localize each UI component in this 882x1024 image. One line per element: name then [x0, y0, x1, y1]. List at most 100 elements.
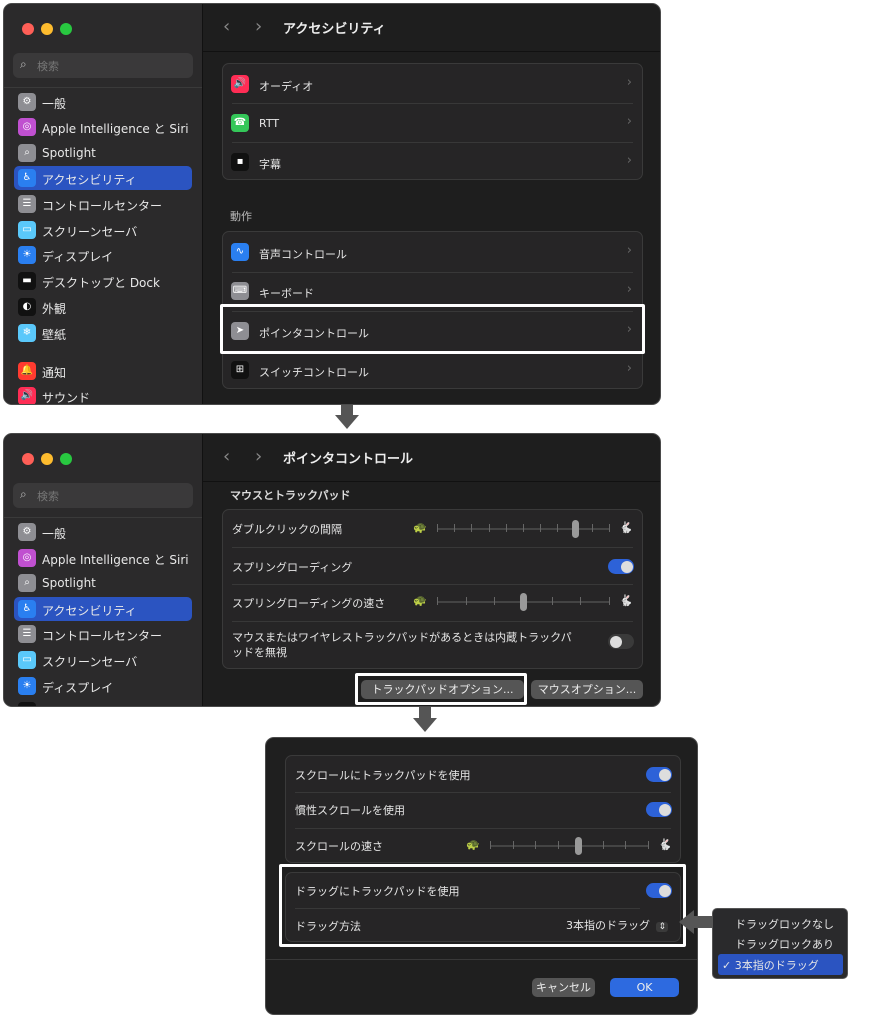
- inertia-toggle[interactable]: [646, 802, 672, 817]
- settings-window-pointer-control: ⌕ 検索 ⚙ 一般 ◎ Apple Intelligence と Siri ⌕ Spotli…: [3, 433, 661, 707]
- sidebar: ⌕ 検索 ⚙ 一般 ◎ Apple Intelligence と Siri ⌕ Spotli…: [4, 434, 203, 706]
- menu-item[interactable]: ドラッグロックあり: [718, 933, 843, 954]
- ignore-trackpad-row: マウスまたはワイヤレストラックパッドがあるときは内蔵トラックパッドを無視: [223, 621, 642, 669]
- divider: [4, 87, 202, 88]
- slider-tick: [557, 524, 559, 532]
- sidebar-item[interactable]: ◐ 外観: [14, 295, 192, 319]
- slider-tick: [454, 524, 456, 532]
- zoom-button[interactable]: [60, 453, 72, 465]
- list-row[interactable]: 🔊 オーディオ ›: [223, 64, 642, 103]
- sidebar-item[interactable]: ◎ Apple Intelligence と Siri: [14, 115, 192, 139]
- keyboard-icon: ⌨: [231, 282, 249, 301]
- sidebar-item[interactable]: ▭ スクリーンセーバ: [14, 218, 192, 242]
- sidebar-item-label: Apple Intelligence と Siri: [42, 122, 189, 136]
- sidebar-item-label: 一般: [42, 97, 67, 111]
- hearing-group: 🔊 オーディオ › ☎ RTT › ▪ 字幕 ›: [222, 63, 643, 180]
- search-input[interactable]: ⌕ 検索: [13, 53, 193, 78]
- sidebar-item[interactable]: ❄ 壁紙: [14, 321, 192, 345]
- list-row[interactable]: ∿ 音声コントロール ›: [223, 232, 642, 272]
- row-label: オーディオ: [259, 79, 314, 93]
- cancel-button[interactable]: キャンセル: [532, 978, 595, 997]
- left-arrow-head: [679, 910, 694, 934]
- siri-icon: ◎: [18, 549, 36, 567]
- chevron-right-icon: ›: [626, 152, 632, 168]
- magnifier-icon: ⌕: [18, 574, 36, 592]
- mouse-options-button[interactable]: マウスオプション...: [531, 680, 643, 699]
- accessibility-icon: ♿: [18, 169, 36, 187]
- turtle-icon: 🐢: [466, 838, 480, 851]
- list-row[interactable]: ▪ 字幕 ›: [223, 142, 642, 181]
- sidebar-item[interactable]: ♿ アクセシビリティ: [14, 166, 192, 190]
- minimize-button[interactable]: [41, 453, 53, 465]
- scroll-speed-slider[interactable]: 🐢 🐇: [466, 836, 672, 856]
- speaker-icon: 🔊: [231, 74, 249, 93]
- down-arrow-head: [335, 415, 359, 429]
- siri-icon: ◎: [18, 118, 36, 136]
- toolbar: ‹ › ポインタコントロール: [203, 434, 660, 482]
- list-row[interactable]: ☎ RTT ›: [223, 103, 642, 142]
- chevron-right-icon: ›: [626, 361, 632, 377]
- sidebar-item[interactable]: ☰ コントロールセンター: [14, 192, 192, 216]
- highlight-box: [279, 864, 686, 947]
- rabbit-icon: 🐇: [619, 594, 633, 607]
- ok-button[interactable]: OK: [610, 978, 679, 997]
- drag-method-menu: ドラッグロックなし ドラッグロックあり ✓ 3本指のドラッグ: [712, 908, 848, 979]
- ignore-trackpad-toggle[interactable]: [608, 634, 634, 649]
- forward-button[interactable]: ›: [255, 446, 262, 467]
- spring-speed-slider[interactable]: 🐢 🐇: [413, 592, 633, 612]
- slider-tick: [523, 524, 524, 532]
- minimize-button[interactable]: [41, 23, 53, 35]
- close-button[interactable]: [22, 453, 34, 465]
- sidebar-item[interactable]: ☀ ディスプレイ: [14, 674, 192, 698]
- sidebar-item[interactable]: 🔔 通知: [14, 359, 192, 383]
- sidebar-item[interactable]: 🔊 サウンド: [14, 384, 192, 404]
- highlight-box: [220, 304, 645, 354]
- sidebar-item[interactable]: ◎ Apple Intelligence と Siri: [14, 546, 192, 570]
- menu-item[interactable]: ドラッグロックなし: [718, 913, 843, 934]
- close-button[interactable]: [22, 23, 34, 35]
- forward-button[interactable]: ›: [255, 16, 262, 37]
- slider-tick: [488, 524, 490, 532]
- search-input[interactable]: ⌕ 検索: [13, 483, 193, 508]
- sidebar-item-label: アクセシビリティ: [42, 604, 137, 618]
- slider-knob[interactable]: [571, 520, 579, 538]
- sidebar-item-label: コントロールセンター: [42, 629, 163, 643]
- scroll-trackpad-toggle[interactable]: [646, 767, 672, 782]
- slider-tick: [437, 597, 438, 605]
- sidebar-item-label: ディスプレイ: [42, 250, 114, 264]
- sidebar-item-label: Spotlight: [42, 576, 96, 590]
- spring-loading-toggle[interactable]: [608, 559, 634, 574]
- list-row[interactable]: ⊞ スイッチコントロール ›: [223, 351, 642, 391]
- back-button[interactable]: ‹: [223, 446, 230, 467]
- gear-icon: ⚙: [18, 523, 36, 541]
- slider-tick: [609, 524, 610, 532]
- slider-tick: [557, 841, 559, 849]
- sidebar-item[interactable]: ⚙ 一般: [14, 520, 192, 544]
- scroll-speed-row: スクロールの速さ 🐢 🐇: [286, 828, 680, 864]
- sidebar-item-label: デスクトップと Dock: [42, 276, 160, 290]
- sidebar-item[interactable]: ⚙ 一般: [14, 90, 192, 114]
- divider: [266, 959, 697, 960]
- sidebar-item[interactable]: ▬ デスクトップと Dock: [14, 269, 192, 293]
- divider: [4, 517, 202, 518]
- zoom-button[interactable]: [60, 23, 72, 35]
- slider-knob[interactable]: [520, 593, 527, 611]
- double-click-slider[interactable]: 🐢 🐇: [413, 519, 633, 539]
- sidebar-item[interactable]: ☀ ディスプレイ: [14, 243, 192, 267]
- switches-icon: ☰: [18, 625, 36, 643]
- scroll-trackpad-row: スクロールにトラックパッドを使用: [286, 756, 680, 792]
- sidebar-item[interactable]: ♿ アクセシビリティ: [14, 597, 192, 621]
- back-button[interactable]: ‹: [223, 16, 230, 37]
- sidebar-item[interactable]: ⌕ Spotlight: [14, 571, 192, 595]
- grid-icon: ⊞: [231, 361, 249, 380]
- slider-knob[interactable]: [575, 837, 583, 855]
- menu-item-selected[interactable]: ✓ 3本指のドラッグ: [718, 954, 843, 975]
- gear-icon: ⚙: [18, 93, 36, 111]
- sidebar-item[interactable]: ▬ デスクトップと Dock: [14, 699, 192, 706]
- speaker-icon: 🔊: [18, 387, 36, 404]
- sidebar-item[interactable]: ☰ コントロールセンター: [14, 622, 192, 646]
- sidebar-item[interactable]: ⌕ Spotlight: [14, 141, 192, 165]
- slider-tick: [580, 597, 582, 605]
- sidebar-item[interactable]: ▭ スクリーンセーバ: [14, 648, 192, 672]
- slider-tick: [535, 841, 537, 849]
